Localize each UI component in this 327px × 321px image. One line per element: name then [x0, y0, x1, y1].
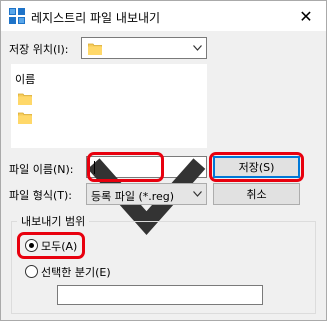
folder-icon[interactable]	[18, 92, 32, 105]
filename-label: 파일 이름(N):	[9, 163, 74, 176]
filetype-combo[interactable]: 등록 파일 (*.reg)	[86, 183, 207, 205]
chevron-down-icon[interactable]	[193, 191, 202, 197]
window-title: 레지스트리 파일 내보내기	[31, 11, 161, 25]
chevron-down-icon[interactable]	[193, 45, 202, 51]
export-range-title: 내보내기 범위	[17, 213, 90, 229]
radio-selected-branch[interactable]	[25, 265, 38, 278]
folder-icon	[88, 43, 102, 55]
title-bar: 레지스트리 파일 내보내기 ✕	[1, 1, 326, 31]
name-column-header[interactable]: 이름	[15, 71, 35, 87]
branch-path-input[interactable]	[57, 285, 263, 305]
close-icon: ✕	[299, 6, 313, 26]
save-location-label: 저장 위치(I):	[9, 43, 69, 56]
folder-icon[interactable]	[18, 111, 32, 124]
close-button[interactable]: ✕	[286, 1, 326, 31]
highlight-radio-all	[17, 232, 85, 259]
cancel-button[interactable]: 취소	[213, 183, 300, 205]
export-registry-dialog: 레지스트리 파일 내보내기 ✕ 저장 위치(I): 이름 파일 이름(N): 파…	[0, 0, 327, 321]
save-location-combo[interactable]	[81, 37, 207, 59]
filetype-label: 파일 형식(T):	[9, 189, 72, 202]
file-list[interactable]: 이름	[11, 64, 207, 148]
highlight-filename	[87, 152, 164, 182]
highlight-save-button	[209, 152, 304, 182]
filetype-value: 등록 파일 (*.reg)	[91, 190, 175, 203]
cancel-button-label: 취소	[246, 188, 267, 201]
regedit-icon	[9, 8, 25, 24]
radio-selected-branch-label[interactable]: 선택한 분기(E)	[41, 264, 111, 280]
